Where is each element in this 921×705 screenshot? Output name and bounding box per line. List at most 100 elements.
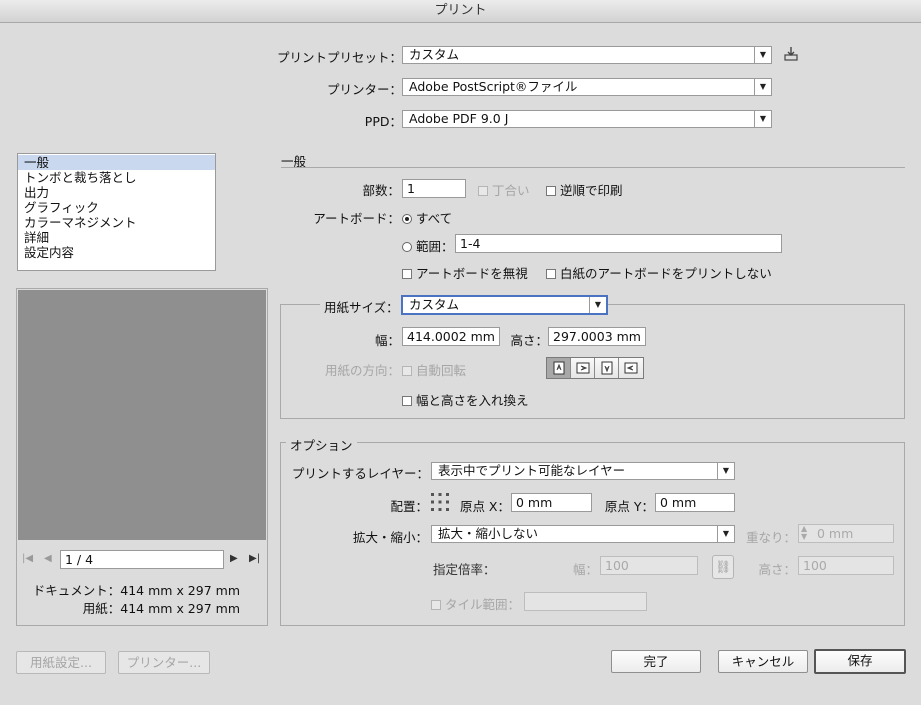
sidebar-item-general[interactable]: 一般 — [18, 155, 215, 170]
reverse-order-checkbox[interactable]: 逆順で印刷 — [546, 180, 623, 199]
artboard-all-radio[interactable]: すべて — [402, 208, 452, 227]
page-number-field[interactable]: 1 / 4 — [60, 550, 224, 569]
paper-width-label: 幅： — [374, 333, 400, 348]
placement-label: 配置： — [390, 499, 428, 514]
artboard-all-label: すべて — [416, 211, 453, 226]
paper-size-dropdown[interactable]: カスタム ▼ — [401, 295, 608, 315]
orientation-buttons — [546, 357, 644, 379]
origin-x-field[interactable]: 0 mm — [511, 493, 592, 512]
last-page-icon[interactable]: ▶| — [249, 553, 260, 564]
portrait-flipped-icon[interactable] — [595, 358, 619, 378]
ignore-artboards-label: アートボードを無視 — [416, 266, 528, 281]
paper-size-summary: 用紙：414 mm x 297 mm — [82, 601, 240, 616]
landscape-icon[interactable] — [571, 358, 595, 378]
preview-image[interactable] — [18, 290, 266, 540]
sidebar-item-output[interactable]: 出力 — [18, 185, 215, 200]
category-list[interactable]: 一般 トンボと裁ち落とし 出力 グラフィック カラーマネジメント 詳細 設定内容 — [17, 153, 216, 271]
range-field[interactable]: 1-4 — [455, 234, 782, 253]
stepper-icon[interactable]: ▲ ▼ — [801, 525, 807, 541]
tile-range-field[interactable] — [524, 592, 647, 611]
sidebar-item-color-management[interactable]: カラーマネジメント — [18, 215, 215, 230]
paper-size-value: カスタム — [409, 297, 460, 312]
skip-blank-checkbox[interactable]: 白紙のアートボードをプリントしない — [546, 263, 772, 282]
placement-grid-icon[interactable] — [430, 492, 450, 512]
skip-blank-label: 白紙のアートボードをプリントしない — [560, 266, 772, 281]
next-page-icon[interactable]: ▶ — [230, 553, 238, 564]
origin-y-label: 原点 Y： — [604, 499, 654, 514]
scaling-value: 拡大・縮小しない — [438, 526, 539, 541]
artboard-range-label: 範囲： — [416, 239, 454, 254]
paper-height-field[interactable]: 297.0003 mm — [548, 327, 646, 346]
sidebar-item-graphics[interactable]: グラフィック — [18, 200, 215, 215]
portrait-icon[interactable] — [547, 358, 571, 378]
overlap-label: 重なり： — [745, 530, 796, 545]
collate-label: 丁合い — [492, 183, 530, 198]
checkbox-icon — [402, 396, 412, 406]
origin-x-label: 原点 X： — [459, 499, 510, 514]
preview-panel — [16, 288, 268, 626]
scale-label: 指定倍率： — [433, 562, 496, 577]
auto-rotate-checkbox[interactable]: 自動回転 — [402, 360, 466, 379]
ppd-label: PPD： — [364, 114, 402, 129]
radio-selected-icon — [402, 214, 412, 224]
checkbox-icon — [402, 366, 412, 376]
scale-width-label: 幅： — [572, 562, 598, 577]
cancel-button[interactable]: キャンセル — [718, 650, 808, 673]
ppd-dropdown[interactable]: Adobe PDF 9.0 J ▼ — [402, 110, 772, 128]
save-button[interactable]: 保存 — [814, 649, 906, 674]
options-section-title: オプション — [286, 435, 357, 454]
checkbox-icon — [546, 269, 556, 279]
layers-value: 表示中でプリント可能なレイヤー — [438, 463, 626, 478]
tile-range-checkbox[interactable]: タイル範囲： — [431, 594, 520, 613]
sidebar-item-summary[interactable]: 設定内容 — [18, 245, 215, 260]
chevron-down-icon: ▼ — [717, 526, 734, 542]
collate-checkbox[interactable]: 丁合い — [478, 180, 530, 199]
print-preset-dropdown[interactable]: カスタム ▼ — [402, 46, 772, 64]
reverse-order-label: 逆順で印刷 — [560, 183, 623, 198]
window-title: プリント — [0, 0, 921, 23]
chevron-down-icon: ▼ — [754, 79, 771, 95]
scale-height-field[interactable]: 100 — [798, 556, 894, 575]
printer-label: プリンター： — [326, 82, 402, 97]
paper-size-label: 用紙サイズ： — [320, 297, 403, 316]
radio-icon — [402, 242, 412, 252]
transverse-label: 幅と高さを入れ換え — [416, 393, 529, 408]
orientation-label: 用紙の方向： — [324, 363, 400, 378]
copies-field[interactable]: 1 — [402, 179, 466, 198]
paper-height-label: 高さ： — [510, 333, 548, 348]
chevron-down-icon: ▼ — [754, 47, 771, 63]
overlap-value: 0 mm — [817, 526, 854, 541]
save-preset-icon[interactable] — [782, 45, 800, 63]
chevron-down-icon: ▼ — [754, 111, 771, 127]
layers-label: プリントするレイヤー： — [291, 466, 429, 481]
layers-dropdown[interactable]: 表示中でプリント可能なレイヤー ▼ — [431, 462, 735, 480]
overlap-field[interactable]: ▲ ▼ 0 mm — [798, 524, 894, 543]
print-preset-value: カスタム — [409, 47, 460, 62]
chevron-down-icon: ▼ — [717, 463, 734, 479]
page-setup-button[interactable]: 用紙設定... — [16, 651, 106, 674]
origin-y-field[interactable]: 0 mm — [655, 493, 735, 512]
printer-button[interactable]: プリンター... — [118, 651, 210, 674]
paper-width-field[interactable]: 414.0002 mm — [402, 327, 500, 346]
printer-dropdown[interactable]: Adobe PostScript®ファイル ▼ — [402, 78, 772, 96]
artboard-label: アートボード： — [313, 211, 400, 226]
checkbox-icon — [402, 269, 412, 279]
tile-range-label: タイル範囲： — [445, 597, 521, 612]
prev-page-icon[interactable]: ◀ — [44, 553, 52, 564]
checkbox-icon — [546, 186, 556, 196]
scale-width-field[interactable]: 100 — [600, 556, 698, 575]
sidebar-item-marks-bleed[interactable]: トンボと裁ち落とし — [18, 170, 215, 185]
transverse-checkbox[interactable]: 幅と高さを入れ換え — [402, 390, 529, 409]
document-size: ドキュメント：414 mm x 297 mm — [32, 583, 240, 598]
scaling-label: 拡大・縮小： — [352, 530, 428, 545]
link-icon[interactable]: ⛓ — [712, 555, 734, 579]
sidebar-item-advanced[interactable]: 詳細 — [18, 230, 215, 245]
artboard-range-radio[interactable]: 範囲： — [402, 236, 454, 255]
first-page-icon[interactable]: |◀ — [22, 553, 33, 564]
done-button[interactable]: 完了 — [611, 650, 701, 673]
landscape-flipped-icon[interactable] — [619, 358, 643, 378]
ppd-value: Adobe PDF 9.0 J — [409, 111, 509, 126]
ignore-artboards-checkbox[interactable]: アートボードを無視 — [402, 263, 528, 282]
scaling-dropdown[interactable]: 拡大・縮小しない ▼ — [431, 525, 735, 543]
auto-rotate-label: 自動回転 — [416, 363, 467, 378]
